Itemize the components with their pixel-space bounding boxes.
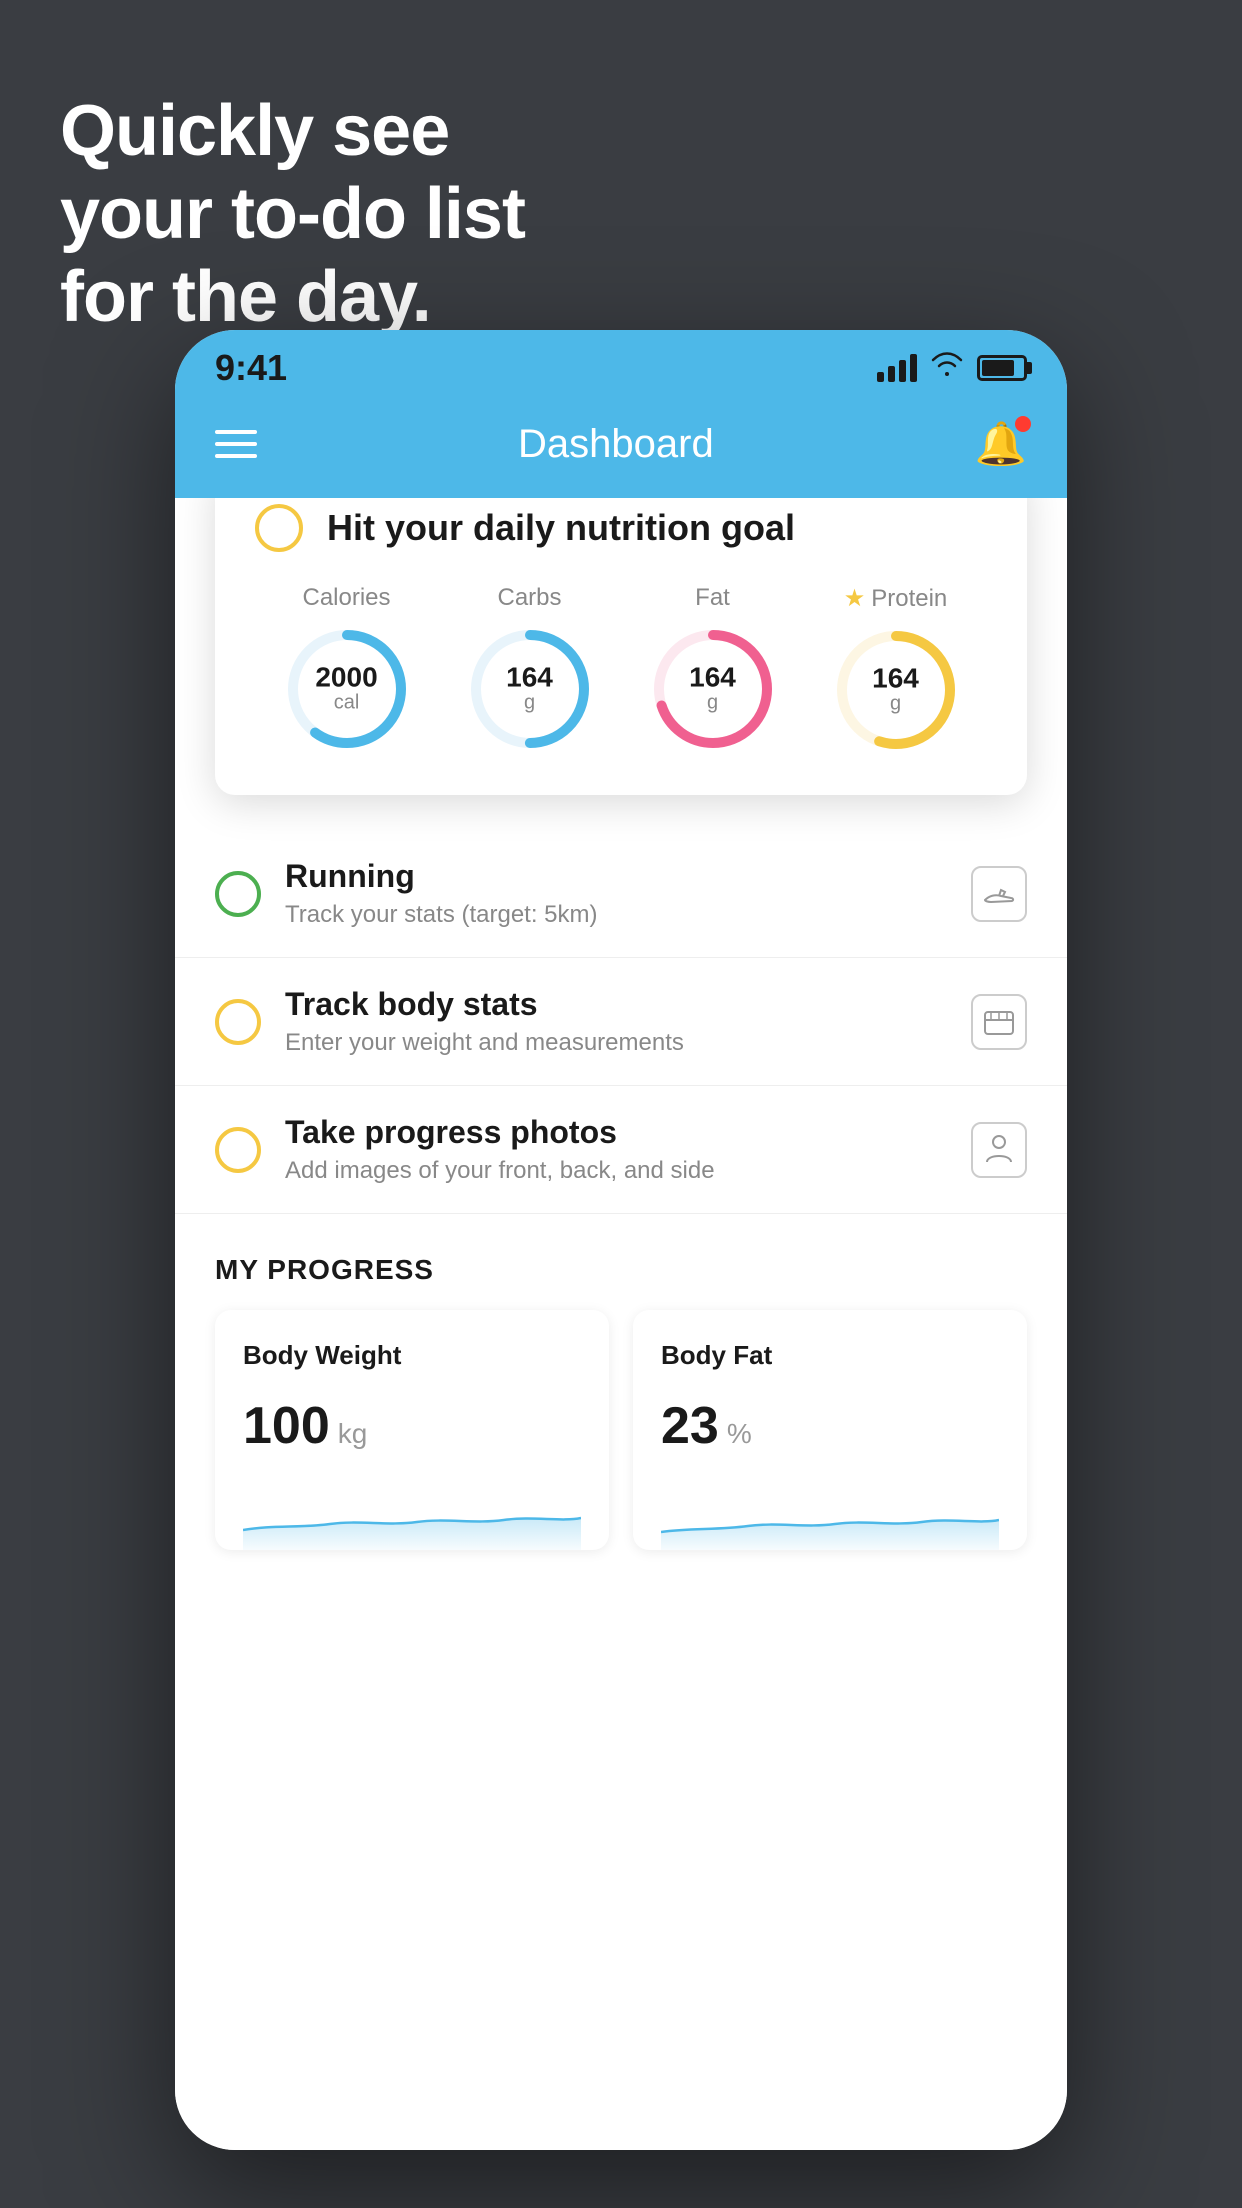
running-checkbox[interactable] — [215, 871, 261, 917]
nutrition-row: Calories 2000 cal Carbs — [255, 584, 987, 755]
nutrition-calories: Calories 2000 cal — [282, 584, 412, 754]
notifications-button[interactable]: 🔔 — [975, 420, 1027, 469]
hero-line3: for the day. — [60, 256, 525, 339]
carbs-value-text: 164 g — [506, 664, 553, 715]
fat-value: 164 — [689, 664, 736, 692]
signal-bar-4 — [910, 354, 917, 382]
todo-list: Running Track your stats (target: 5km) T… — [175, 830, 1067, 1570]
body-weight-card-title: Body Weight — [243, 1340, 581, 1371]
hamburger-line-3 — [215, 454, 257, 458]
status-icons — [877, 352, 1027, 385]
signal-bars-icon — [877, 354, 917, 382]
body-stats-title: Track body stats — [285, 986, 947, 1023]
body-fat-unit: % — [727, 1418, 752, 1450]
signal-bar-1 — [877, 372, 884, 382]
carbs-unit: g — [506, 692, 553, 715]
protein-label: ★ Protein — [844, 584, 948, 613]
signal-bar-2 — [888, 366, 895, 382]
body-weight-value-row: 100 kg — [243, 1396, 581, 1456]
hero-text: Quickly see your to-do list for the day. — [60, 90, 525, 338]
running-text: Running Track your stats (target: 5km) — [285, 858, 947, 929]
star-icon: ★ — [844, 584, 866, 613]
body-stats-text: Track body stats Enter your weight and m… — [285, 986, 947, 1057]
photos-icon — [971, 1122, 1027, 1178]
menu-button[interactable] — [215, 430, 257, 458]
body-fat-value-row: 23 % — [661, 1396, 999, 1456]
scale-icon — [981, 1004, 1017, 1040]
fat-label: Fat — [695, 584, 730, 612]
todo-item-running[interactable]: Running Track your stats (target: 5km) — [175, 830, 1067, 958]
running-icon — [971, 866, 1027, 922]
phone-mockup: 9:41 Da — [175, 330, 1067, 2150]
battery-icon — [977, 355, 1027, 381]
running-title: Running — [285, 858, 947, 895]
body-fat-chart — [661, 1480, 999, 1550]
hero-line2: your to-do list — [60, 173, 525, 256]
body-stats-subtitle: Enter your weight and measurements — [285, 1029, 947, 1057]
todo-item-body-stats[interactable]: Track body stats Enter your weight and m… — [175, 958, 1067, 1086]
status-time: 9:41 — [215, 347, 287, 389]
body-stats-icon — [971, 994, 1027, 1050]
body-weight-value: 100 — [243, 1396, 330, 1456]
nutrition-fat: Fat 164 g — [648, 584, 778, 754]
body-fat-value: 23 — [661, 1396, 719, 1456]
nutrition-card-title: Hit your daily nutrition goal — [327, 507, 795, 549]
calories-value-text: 2000 cal — [315, 664, 377, 715]
notification-badge — [1015, 416, 1031, 432]
hamburger-line-2 — [215, 442, 257, 446]
calories-value: 2000 — [315, 664, 377, 692]
wifi-icon — [931, 352, 963, 385]
protein-value: 164 — [872, 665, 919, 693]
fat-ring: 164 g — [648, 624, 778, 754]
photos-subtitle: Add images of your front, back, and side — [285, 1157, 947, 1185]
calories-ring: 2000 cal — [282, 624, 412, 754]
body-fat-card-title: Body Fat — [661, 1340, 999, 1371]
progress-title: MY PROGRESS — [215, 1254, 1027, 1286]
todo-item-photos[interactable]: Take progress photos Add images of your … — [175, 1086, 1067, 1214]
app-header: Dashboard 🔔 — [175, 398, 1067, 498]
body-weight-unit: kg — [338, 1418, 368, 1450]
hamburger-line-1 — [215, 430, 257, 434]
body-weight-chart — [243, 1480, 581, 1550]
shoe-icon — [981, 876, 1017, 912]
body-fat-card: Body Fat 23 % — [633, 1310, 1027, 1550]
carbs-value: 164 — [506, 664, 553, 692]
header-title: Dashboard — [518, 422, 714, 467]
protein-label-text: Protein — [871, 585, 947, 613]
signal-bar-3 — [899, 360, 906, 382]
calories-label: Calories — [302, 584, 390, 612]
carbs-label: Carbs — [497, 584, 561, 612]
photos-text: Take progress photos Add images of your … — [285, 1114, 947, 1185]
photos-checkbox[interactable] — [215, 1127, 261, 1173]
nutrition-checkbox[interactable] — [255, 504, 303, 552]
nutrition-card: Hit your daily nutrition goal Calories 2… — [215, 498, 1027, 795]
body-stats-checkbox[interactable] — [215, 999, 261, 1045]
carbs-ring: 164 g — [465, 624, 595, 754]
hero-line1: Quickly see — [60, 90, 525, 173]
fat-unit: g — [689, 692, 736, 715]
fat-value-text: 164 g — [689, 664, 736, 715]
nutrition-protein: ★ Protein 164 g — [831, 584, 961, 755]
calories-unit: cal — [315, 692, 377, 715]
body-weight-card: Body Weight 100 kg — [215, 1310, 609, 1550]
battery-fill — [982, 360, 1014, 376]
card-header: Hit your daily nutrition goal — [255, 504, 987, 552]
protein-value-text: 164 g — [872, 665, 919, 716]
progress-cards: Body Weight 100 kg — [215, 1310, 1027, 1550]
nutrition-carbs: Carbs 164 g — [465, 584, 595, 754]
progress-section: MY PROGRESS Body Weight 100 kg — [175, 1214, 1067, 1570]
person-icon — [981, 1132, 1017, 1168]
protein-ring: 164 g — [831, 625, 961, 755]
status-bar: 9:41 — [175, 330, 1067, 398]
app-content: THINGS TO DO TODAY Hit your daily nutrit… — [175, 498, 1067, 2150]
running-subtitle: Track your stats (target: 5km) — [285, 901, 947, 929]
protein-unit: g — [872, 693, 919, 716]
photos-title: Take progress photos — [285, 1114, 947, 1151]
